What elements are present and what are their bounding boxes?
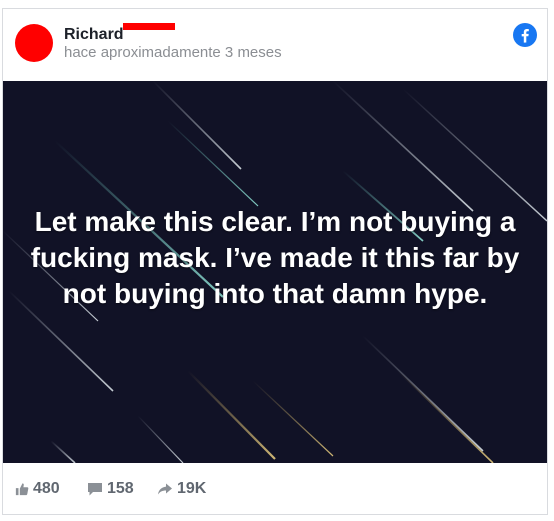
shares-count[interactable]: 19K — [157, 480, 206, 498]
comments-count[interactable]: 158 — [87, 480, 134, 498]
redaction-bar — [122, 23, 175, 30]
shares-count-value: 19K — [177, 480, 207, 497]
comments-count-value: 158 — [107, 480, 134, 497]
likes-count[interactable]: 480 — [15, 480, 60, 498]
facebook-icon[interactable] — [513, 23, 537, 47]
author-name[interactable]: Richard — [64, 23, 175, 44]
avatar[interactable] — [15, 24, 53, 62]
post-header: Richard hace aproximadamente 3 meses — [3, 9, 547, 81]
post-image-text: Let make this clear. I’m not buying a fu… — [30, 206, 520, 309]
post-footer: 480 158 19K — [3, 463, 547, 515]
comment-icon — [88, 483, 102, 496]
author-name-text[interactable]: Richard — [64, 26, 124, 43]
post-timestamp[interactable]: hace aproximadamente 3 meses — [64, 44, 282, 62]
share-arrow-icon — [158, 483, 172, 495]
likes-count-value: 480 — [33, 480, 60, 497]
post-image[interactable]: Let make this clear. I’m not buying a fu… — [3, 81, 547, 463]
facebook-post-card: Richard hace aproximadamente 3 meses Let… — [2, 8, 548, 515]
thumbs-up-icon — [15, 483, 29, 496]
